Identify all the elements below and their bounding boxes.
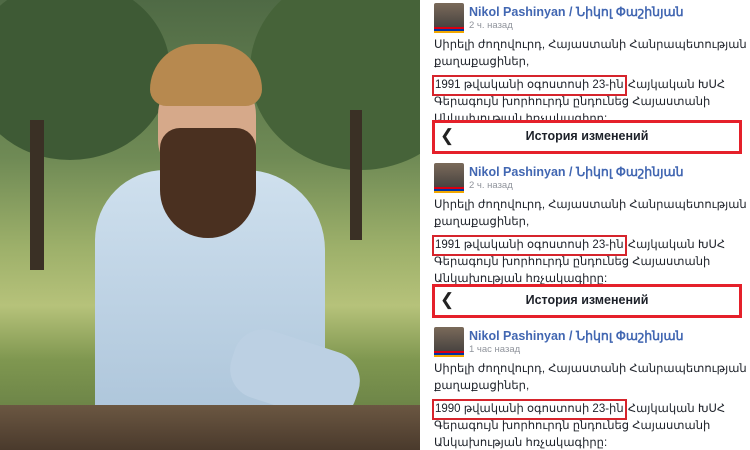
author-name[interactable]: Nikol Pashinyan / Նիկոլ Փաշինյան	[469, 4, 684, 19]
portrait-photo	[0, 0, 420, 450]
header-title: История изменений	[525, 129, 649, 143]
text-line: քաղաքացիներ,	[434, 216, 530, 228]
text-line: Գերագույն խորհուրդն ընդունեց Հայաստանի	[434, 256, 711, 268]
author-name[interactable]: Nikol Pashinyan / Նիկոլ Փաշինյան	[469, 328, 684, 343]
tree-trunk	[30, 120, 44, 270]
edit-history-header: ❮ История изменений	[432, 284, 742, 318]
facebook-edit-history-panel: Nikol Pashinyan / Նիկոլ Փաշինյան 2 ч. на…	[420, 0, 750, 450]
text-line: քաղաքացիներ,	[434, 56, 530, 68]
post-text: Սիրելի ժողովուրդ, Հայաստանի Հանրապետությ…	[432, 37, 750, 128]
text-line: քաղաքացիներ,	[434, 380, 530, 392]
post-timestamp[interactable]: 2 ч. назад	[469, 180, 513, 191]
text-fragment: Հայկական ԽՍՀ	[624, 79, 726, 91]
text-line: Գերագույն խորհուրդն ընդունեց Հայաստանի	[434, 96, 711, 108]
post-timestamp[interactable]: 2 ч. назад	[469, 20, 513, 31]
background-tree	[0, 0, 170, 160]
text-line: Սիրելի ժողովուրդ, Հայաստանի Հանրապետությ…	[434, 39, 750, 51]
header-title: История изменений	[525, 293, 649, 307]
hair	[150, 44, 262, 106]
highlighted-date: 1991 թվականի օգոստոսի 23-ին	[432, 235, 627, 256]
text-fragment: Հայկական ԽՍՀ	[624, 403, 726, 415]
text-fragment: Հայկական ԽՍՀ	[624, 239, 726, 251]
post-version-3: Nikol Pashinyan / Նիկոլ Փաշինյան 1 час н…	[420, 324, 750, 450]
tree-trunk	[350, 110, 362, 240]
text-line: Սիրելի ժողովուրդ, Հայաստանի Հանրապետությ…	[434, 363, 750, 375]
text-line: Սիրելի ժողովուրդ, Հայաստանի Հանրապետությ…	[434, 199, 750, 211]
author-avatar[interactable]	[434, 3, 464, 33]
post-version-2: Nikol Pashinyan / Նիկոլ Փաշինյան 2 ч. на…	[420, 160, 750, 285]
edit-history-header: ❮ История изменений	[432, 120, 742, 154]
text-line: Գերագույն խորհուրդն ընդունեց Հայաստանի	[434, 420, 711, 432]
highlighted-date: 1990 թվականի օգոստոսի 23-ին	[432, 399, 627, 420]
author-avatar[interactable]	[434, 327, 464, 357]
author-name[interactable]: Nikol Pashinyan / Նիկոլ Փաշինյան	[469, 164, 684, 179]
post-text: Սիրելի ժողովուրդ, Հայաստանի Հանրապետությ…	[432, 197, 750, 288]
wooden-railing	[0, 405, 420, 450]
post-text: Սիրելի ժողովուրդ, Հայաստանի Հանրապետությ…	[432, 361, 750, 450]
text-line: Անկախության հռչակագիրը:	[434, 437, 608, 449]
post-timestamp[interactable]: 1 час назад	[469, 344, 520, 355]
background-tree	[250, 0, 420, 170]
author-avatar[interactable]	[434, 163, 464, 193]
highlighted-date: 1991 թվականի օգոստոսի 23-ին	[432, 75, 627, 96]
beard	[160, 128, 256, 238]
post-version-1: Nikol Pashinyan / Նիկոլ Փաշինյան 2 ч. на…	[420, 0, 750, 130]
